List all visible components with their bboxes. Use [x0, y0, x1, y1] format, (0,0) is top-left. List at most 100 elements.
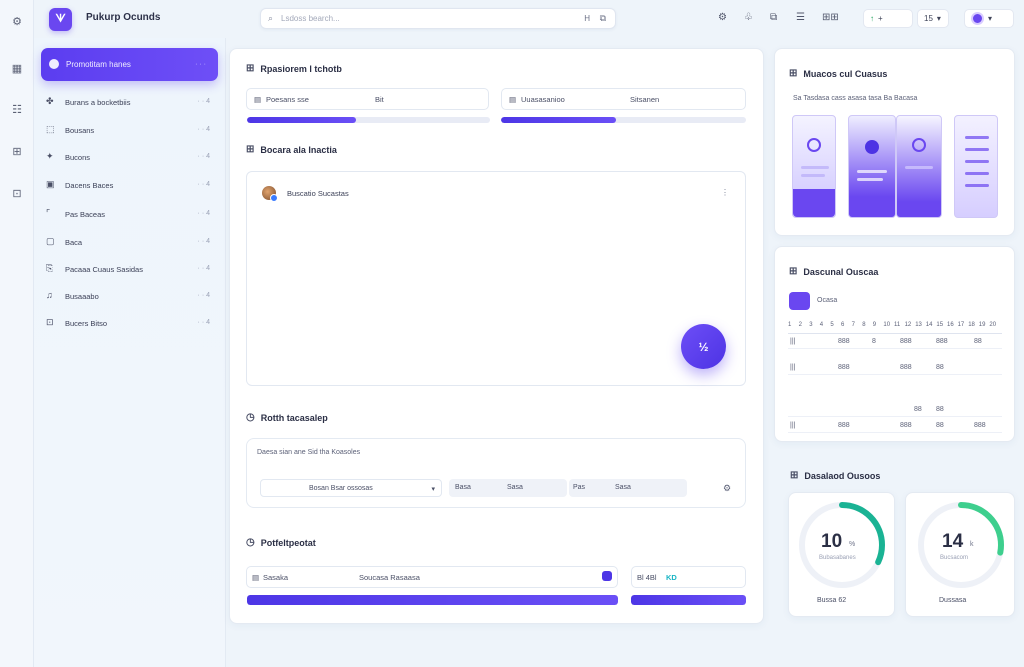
settings-icon[interactable]: ⚙ [8, 12, 26, 30]
device-line [965, 148, 989, 151]
field-icon: ▤ [509, 95, 517, 104]
sidebar-item[interactable]: ⊡ Bucers Bitso · · 4 [46, 315, 214, 331]
device-preview[interactable] [954, 115, 998, 218]
calendar-cell: 88 [936, 406, 944, 413]
sidebar-item-count: · · 4 [197, 153, 210, 160]
more-icon[interactable]: ⋮ [721, 188, 729, 197]
field-icon: ▤ [254, 95, 262, 104]
calendar-header: 1 2 3 4 5 6 7 8 9 10 11 12 13 14 15 16 17 18 19 20 [788, 320, 1002, 334]
gauge-subtitle: Bucsacom [940, 555, 969, 561]
calendar-cell: 8 [872, 338, 876, 345]
sidebar-item-label: Bucons [65, 153, 91, 162]
section-title: Bocara ala Inactia [260, 144, 337, 155]
app-logo[interactable]: ᗐ [49, 8, 72, 31]
icon-rail: ⚙ ▦ ☷ ⊞ ⊡ [0, 0, 34, 667]
avatar [262, 186, 278, 202]
calendar-day-label: 16 [947, 322, 954, 328]
section-title: Potfeltpeotat [260, 537, 316, 548]
gauge-card[interactable]: 10 % Bubasabanes Bussa 62 [788, 492, 895, 617]
count-pill[interactable]: 15 ▾ [917, 9, 949, 28]
calendar-row[interactable]: ||| 888 888 88 [788, 362, 1002, 375]
device-preview[interactable] [848, 115, 896, 218]
users-icon[interactable]: ☷ [8, 100, 26, 118]
trend-up-icon: ↑ [870, 14, 874, 23]
calendar-row[interactable]: ||| 888 888 88 888 [788, 420, 1002, 433]
segmented-control[interactable]: Basa Sasa [449, 479, 567, 497]
chat-panel[interactable]: Buscatio Sucastas ⋮ ½ [246, 171, 746, 386]
device-preview[interactable] [896, 115, 942, 218]
device-line [965, 172, 989, 175]
sidebar-item[interactable]: ▣ Dacens Baces · · 4 [46, 177, 214, 193]
card-header: ⊞ Muacos cul Cuasus [789, 68, 887, 79]
device-icon [912, 138, 926, 152]
sidebar-item-count: · · 4 [197, 238, 210, 245]
top-bar: ᗐ Pukurp Ocunds ⌕ Lsdoss bearch... H ⧉ ⚙… [34, 0, 1024, 38]
grid-icon[interactable]: ⊞⊞ [822, 12, 839, 23]
calendar-row[interactable]: 88 88 [788, 404, 1002, 417]
settings-field[interactable]: ▤ Uuasasanioo Sitsanen [501, 88, 746, 110]
calendar-day-label: 7 [851, 322, 855, 328]
bell-icon[interactable]: ♧ [744, 12, 753, 23]
sidebar-item[interactable]: ✤ Burans a bocketbiis · · 4 [46, 94, 214, 110]
gauge-footer: Bussa 62 [817, 597, 847, 604]
chevron-down-icon: ▾ [431, 486, 435, 493]
sidebar-item[interactable]: ⌜ Pas Baceas · · 4 [46, 206, 214, 222]
sidebar-item[interactable]: ▢ Baca · · 4 [46, 234, 214, 250]
device-line [965, 160, 989, 163]
sidebar-item[interactable]: ✦ Bucons · · 4 [46, 149, 214, 165]
device-line [801, 166, 829, 169]
calendar-cell: ||| [790, 338, 796, 345]
sidebar-item-label: Busaaabo [65, 292, 99, 301]
gauge-card[interactable]: 14 k Bucsacom Dussasa [905, 492, 1015, 617]
tag-field[interactable]: Bl 4Bl KD [631, 566, 746, 588]
settings-field[interactable]: ▤ Sasaka Soucasa Rasaasa [246, 566, 618, 588]
user-menu[interactable]: ▾ [964, 9, 1014, 28]
settings-icon[interactable]: ⚙ [723, 483, 731, 494]
calendar-row[interactable]: ||| 888 8 888 888 88 [788, 336, 1002, 349]
calendar-cell: 888 [838, 422, 850, 429]
sidebar-item-count: · · 4 [197, 181, 210, 188]
filter-icon[interactable]: ⧉ [600, 13, 606, 24]
select-dropdown[interactable]: Bosan Bsar ossosas ▾ [260, 479, 442, 497]
calendar-cell: 88 [974, 338, 982, 345]
segment-label: Pas [573, 484, 586, 491]
calendar-day-label: 17 [957, 322, 965, 328]
sidebar-item-label: Burans a bocketbiis [65, 98, 131, 107]
sidebar-item[interactable]: ⎘ Pacaaa Cuaus Sasidas · · 4 [46, 261, 214, 277]
square-icon: ▢ [46, 236, 55, 246]
search-input[interactable]: ⌕ Lsdoss bearch... H ⧉ [260, 8, 616, 29]
settings-field[interactable]: ▤ Poesans sse Bit [246, 88, 489, 110]
sidebar-item-count: · · 4 [197, 210, 210, 217]
section-title: Rpasiorem l tchotb [260, 63, 342, 74]
chat-fab-button[interactable]: ½ [681, 324, 726, 369]
window-icon[interactable]: ⧉ [770, 12, 777, 23]
calendar-icon[interactable] [789, 292, 810, 310]
segmented-control[interactable]: Pas Sasa [569, 479, 687, 497]
calendar-day-label: 8 [862, 322, 866, 328]
sidebar-item-count: · · 4 [197, 265, 210, 272]
sidebar-item[interactable]: ♫ Busaaabo · · 4 [46, 288, 214, 304]
sidebar: Promotitam hanes · · · ✤ Burans a bocketb… [34, 38, 226, 667]
star-icon: ✦ [46, 151, 54, 161]
grid-icon: ⊞ [246, 144, 255, 155]
menu-icon[interactable]: ☰ [796, 12, 805, 23]
stats-pill[interactable]: ↑ + [863, 9, 913, 28]
window-icon[interactable]: ⊡ [8, 184, 26, 202]
calendar-cell: 888 [974, 422, 986, 429]
card-subtitle: Sa Tasdasa cass asasa tasa Ba Bacasa [793, 95, 918, 102]
calendar-cell: 88 [936, 364, 944, 371]
device-preview[interactable] [792, 115, 836, 218]
progress-fill [501, 117, 617, 123]
field-label: Uuasasanioo [521, 95, 565, 104]
grid-icon[interactable]: ▦ [8, 59, 26, 77]
sidebar-item-label: Bousans [65, 126, 95, 135]
sidebar-item-active[interactable]: Promotitam hanes · · · [41, 48, 218, 81]
sidebar-item[interactable]: ⬚ Bousans · · 4 [46, 122, 214, 138]
grid-icon: ⊞ [789, 266, 798, 277]
sidebar-item-label: Baca [65, 238, 83, 247]
calendar-day-label: 13 [915, 322, 922, 328]
device-line [801, 174, 825, 177]
clock-icon: ◷ [246, 537, 255, 548]
layout-icon[interactable]: ⊞ [8, 142, 26, 160]
gear-icon[interactable]: ⚙ [718, 12, 727, 23]
